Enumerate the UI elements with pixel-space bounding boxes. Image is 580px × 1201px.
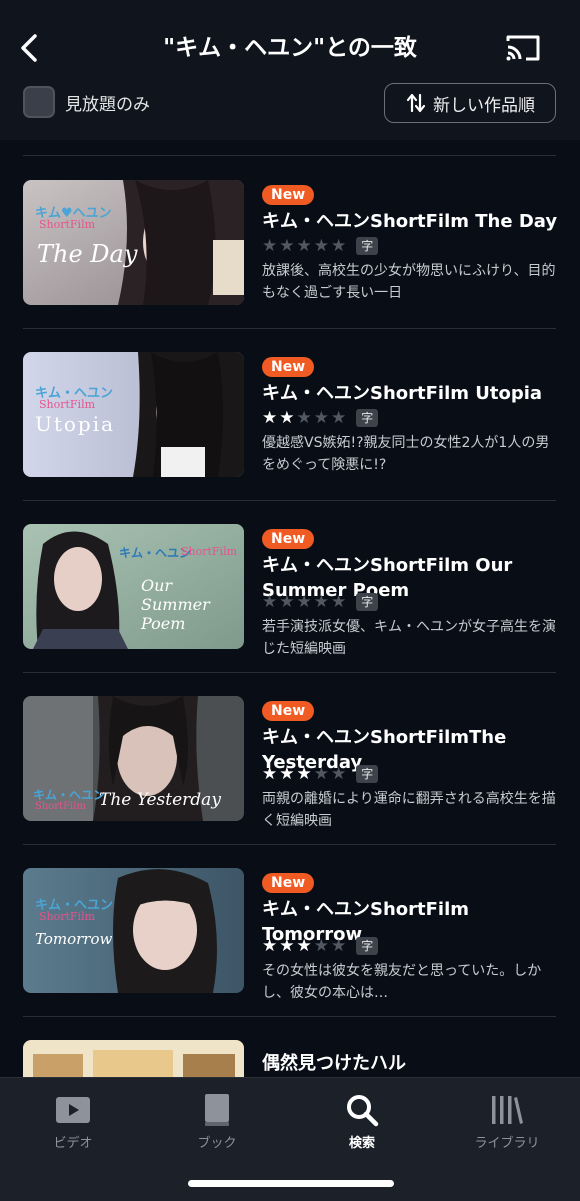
library-icon	[492, 1096, 523, 1124]
thumb-logo-sub: ShortFilm	[39, 910, 96, 923]
divider	[23, 155, 556, 156]
tab-video[interactable]: ビデオ	[18, 1090, 128, 1151]
star-icon: ★	[279, 408, 295, 428]
result-item[interactable]: キム・ヘユン ShortFilm Utopia New キム・ヘユンShortF…	[0, 329, 580, 501]
new-badge: New	[262, 357, 315, 377]
sort-button[interactable]: 新しい作品順	[384, 83, 556, 123]
book-icon	[205, 1094, 229, 1126]
rating: ★ ★ ★ ★ ★ 字	[262, 764, 379, 784]
item-title: キム・ヘユンShortFilm The Day	[262, 211, 558, 232]
tab-label: 検索	[348, 1136, 375, 1151]
subtitle-badge: 字	[356, 937, 379, 955]
rating: ★ ★ ★ ★ ★ 字	[262, 592, 379, 612]
star-icon: ★	[296, 764, 312, 784]
star-icon: ★	[313, 764, 329, 784]
subtitle-badge: 字	[356, 593, 379, 611]
new-badge: New	[262, 185, 315, 205]
thumb-logo-sub: ShortFilm	[39, 398, 96, 411]
item-description: その女性は彼女を親友だと思っていた。しかし、彼女の本心は…	[262, 963, 542, 1001]
tab-library[interactable]: ライブラリ	[452, 1090, 562, 1151]
unlimited-only-filter[interactable]: 見放題のみ	[23, 86, 150, 118]
play-icon	[56, 1097, 90, 1123]
new-badge: New	[262, 529, 315, 549]
star-icon: ★	[262, 764, 278, 784]
thumb-caption: The Day	[37, 240, 138, 268]
result-item[interactable]: キム・ヘユン ShortFilm The Yesterday New キム・ヘユ…	[0, 673, 580, 845]
star-icon: ★	[279, 236, 295, 256]
tab-search[interactable]: 検索	[307, 1090, 417, 1151]
star-icon: ★	[296, 592, 312, 612]
tab-label: ライブラリ	[474, 1136, 540, 1151]
tab-book[interactable]: ブック	[162, 1090, 272, 1151]
star-icon: ★	[262, 592, 278, 612]
star-icon: ★	[313, 592, 329, 612]
rating: ★ ★ ★ ★ ★ 字	[262, 236, 379, 256]
star-icon: ★	[331, 936, 347, 956]
chevron-left-icon	[21, 34, 37, 62]
star-icon: ★	[331, 592, 347, 612]
sort-arrows-icon	[406, 93, 426, 113]
star-icon: ★	[296, 236, 312, 256]
thumb-logo-sub: ShortFilm	[35, 801, 86, 812]
star-icon: ★	[313, 236, 329, 256]
thumb-caption: Utopia	[35, 412, 116, 436]
filter-label: 見放題のみ	[65, 94, 150, 115]
back-button[interactable]	[10, 28, 50, 68]
star-icon: ★	[262, 236, 278, 256]
search-icon	[347, 1095, 379, 1127]
sort-label: 新しい作品順	[433, 95, 535, 116]
page-title: "キム・ヘユン"との一致	[163, 35, 417, 61]
star-icon: ★	[313, 936, 329, 956]
rating: ★ ★ ★ ★ ★ 字	[262, 408, 379, 428]
item-title: キム・ヘユンShortFilm Utopia	[262, 383, 543, 404]
subtitle-badge: 字	[356, 237, 379, 255]
unlimited-only-checkbox[interactable]	[23, 86, 55, 118]
item-title: 偶然見つけたハル	[262, 1053, 406, 1074]
cast-button[interactable]	[500, 28, 546, 68]
new-badge: New	[262, 873, 315, 893]
star-icon: ★	[313, 408, 329, 428]
cast-icon	[506, 35, 540, 61]
thumbnail[interactable]: キム・ヘユン ShortFilm Our Summer Poem	[23, 524, 244, 649]
star-icon: ★	[262, 936, 278, 956]
result-item[interactable]: キム♥ヘユン ShortFilm The Day New キム・ヘユンShort…	[0, 157, 580, 329]
item-description: 両親の離婚により運命に翻弄される高校生を描く短編映画	[262, 791, 556, 829]
item-description: 優越感VS嫉妬!?親友同士の女性2人が1人の男をめぐって険悪に!?	[262, 435, 550, 473]
star-icon: ★	[331, 236, 347, 256]
subtitle-badge: 字	[356, 409, 379, 427]
star-icon: ★	[279, 764, 295, 784]
item-description: 放課後、高校生の少女が物思いにふけり、目的もなく過ごす長い一日	[262, 263, 556, 301]
thumb-logo-sub: ShortFilm	[181, 545, 238, 558]
star-icon: ★	[279, 592, 295, 612]
star-icon: ★	[296, 936, 312, 956]
home-indicator	[188, 1180, 394, 1187]
thumbnail[interactable]: キム・ヘユン ShortFilm Tomorrow	[23, 868, 244, 993]
rating: ★ ★ ★ ★ ★ 字	[262, 936, 379, 956]
new-badge: New	[262, 701, 315, 721]
thumb-logo-sub: ShortFilm	[39, 218, 96, 231]
tab-label: ブック	[197, 1136, 237, 1151]
thumbnail[interactable]: キム・ヘユン ShortFilm The Yesterday	[23, 696, 244, 821]
thumb-caption: Tomorrow	[35, 930, 113, 948]
item-description: 若手演技派女優、キム・ヘユンが女子高生を演じた短編映画	[262, 619, 556, 657]
thumb-caption: The Yesterday	[99, 790, 221, 810]
thumbnail[interactable]: キム・ヘユン ShortFilm Utopia	[23, 352, 244, 477]
star-icon: ★	[262, 408, 278, 428]
star-icon: ★	[331, 408, 347, 428]
star-icon: ★	[296, 408, 312, 428]
top-bar: "キム・ヘユン"との一致 見放題のみ 新しい作品順	[0, 0, 580, 140]
tab-label: ビデオ	[53, 1136, 93, 1151]
star-icon: ★	[279, 936, 295, 956]
result-item[interactable]: キム・ヘユン ShortFilm Tomorrow New キム・ヘユンShor…	[0, 845, 580, 1017]
thumbnail[interactable]: キム♥ヘユン ShortFilm The Day	[23, 180, 244, 305]
thumb-caption: Our Summer Poem	[141, 576, 210, 633]
star-icon: ★	[331, 764, 347, 784]
result-item[interactable]: キム・ヘユン ShortFilm Our Summer Poem New キム・…	[0, 501, 580, 673]
subtitle-badge: 字	[356, 765, 379, 783]
